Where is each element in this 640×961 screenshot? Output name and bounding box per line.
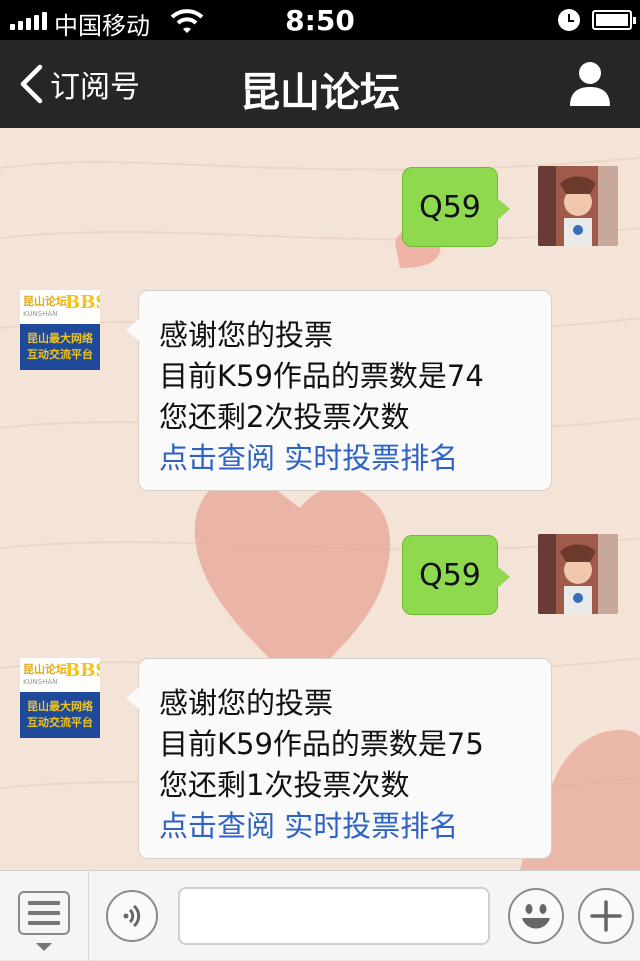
my-avatar[interactable] [538, 534, 618, 614]
status-bar: 中国移动 8:50 [0, 0, 640, 40]
brand-slogan-2: 互动交流平台 [27, 716, 93, 729]
child-photo-icon [538, 166, 618, 246]
message-line: 感谢您的投票 [159, 686, 334, 720]
profile-icon[interactable] [568, 60, 612, 108]
message-line: 感谢您的投票 [159, 318, 334, 352]
divider [88, 871, 89, 961]
my-avatar[interactable] [538, 166, 618, 246]
child-photo-icon [538, 534, 618, 614]
view-link[interactable]: 点击查阅 [159, 441, 275, 475]
reply-message-bubble[interactable]: 感谢您的投票 目前K59作品的票数是75 您还剩1次投票次数 点击查阅 实时投票… [126, 658, 552, 859]
page-title: 昆山论坛 [240, 70, 400, 116]
ranking-link[interactable]: 实时投票排名 [284, 441, 458, 475]
message-line: 目前K59作品的票数是74 [159, 359, 484, 393]
brand-name: 昆山论坛 [23, 663, 67, 676]
message-text: Q59 [419, 189, 481, 225]
brand-slogan-1: 昆山最大网络 [27, 700, 93, 713]
brand-tag: BBS [65, 292, 100, 313]
brand-sub: KUNSHAN [23, 310, 58, 318]
message-line: 目前K59作品的票数是75 [159, 727, 484, 761]
brand-tag: BBS [65, 660, 100, 681]
reply-message-bubble[interactable]: 感谢您的投票 目前K59作品的票数是74 您还剩2次投票次数 点击查阅 实时投票… [126, 290, 552, 491]
clock: 8:50 [285, 4, 355, 37]
plus-icon[interactable] [578, 888, 634, 944]
brand-slogan-2: 互动交流平台 [27, 348, 93, 361]
voice-icon[interactable] [106, 890, 158, 942]
view-link[interactable]: 点击查阅 [159, 809, 275, 843]
message-line: 您还剩2次投票次数 [159, 400, 410, 434]
brand-slogan-1: 昆山最大网络 [27, 332, 93, 345]
nav-bar: 订阅号 昆山论坛 [0, 40, 640, 128]
battery-icon [592, 10, 636, 30]
alarm-icon [558, 9, 580, 31]
my-message-bubble[interactable]: Q59 [402, 167, 510, 247]
menu-caret-icon [36, 943, 52, 951]
bbs-avatar[interactable]: 昆山论坛 BBS KUNSHAN 昆山最大网络 互动交流平台 [20, 658, 100, 738]
bbs-avatar[interactable]: 昆山论坛 BBS KUNSHAN 昆山最大网络 互动交流平台 [20, 290, 100, 370]
ranking-link[interactable]: 实时投票排名 [284, 809, 458, 843]
chat-area[interactable]: Q59 昆山论坛 BBS KUNSHAN 昆山最大网络 互动交流平台 感谢您的投… [0, 128, 640, 870]
brand-name: 昆山论坛 [23, 295, 67, 308]
brand-sub: KUNSHAN [23, 678, 58, 686]
emoji-icon[interactable] [508, 888, 564, 944]
message-input[interactable] [178, 887, 490, 945]
message-line: 您还剩1次投票次数 [159, 768, 410, 802]
input-toolbar [0, 870, 640, 961]
my-message-bubble[interactable]: Q59 [402, 535, 510, 615]
message-text: Q59 [419, 557, 481, 593]
menu-icon[interactable] [18, 891, 70, 935]
